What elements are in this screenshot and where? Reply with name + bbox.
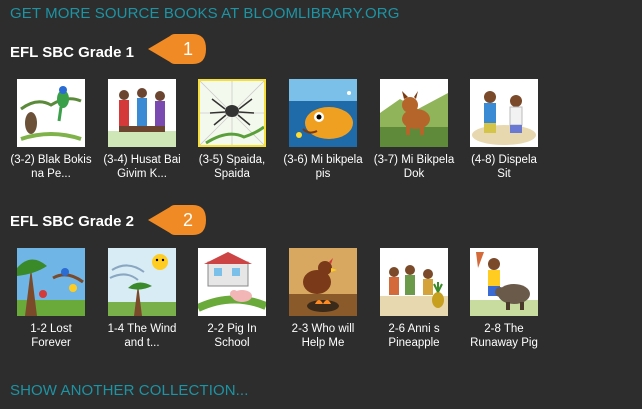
book-card[interactable]: (3-2) Blak Bokis na Pe... (8, 79, 94, 181)
callout-badge-2: 2 (148, 203, 208, 237)
book-card[interactable]: 2-2 Pig In School (189, 248, 275, 350)
book-title: 2-3 Who will Help Me (291, 323, 355, 349)
book-title: (3-5) Spaida, Spaida (198, 154, 266, 180)
book-card[interactable]: 2-6 Anni s Pineapple (371, 248, 457, 350)
book-thumbnail (289, 79, 357, 147)
book-thumbnail (380, 248, 448, 316)
book-title: (3-6) Mi bikpela pis (283, 154, 363, 180)
book-card[interactable]: (3-4) Husat Bai Givim K... (99, 79, 185, 181)
book-thumbnail (108, 248, 176, 316)
book-title: (3-2) Blak Bokis na Pe... (10, 154, 92, 180)
book-thumbnail (289, 248, 357, 316)
book-thumbnail (380, 79, 448, 147)
book-title: 2-2 Pig In School (207, 323, 257, 349)
book-title: 1-4 The Wind and t... (107, 323, 177, 349)
book-title: (3-7) Mi Bikpela Dok (373, 154, 455, 180)
collection-title-grade-2: EFL SBC Grade 2 (10, 213, 134, 230)
book-thumbnail (470, 79, 538, 147)
book-card[interactable]: (3-5) Spaida, Spaida (189, 79, 275, 181)
book-card[interactable]: 1-2 Lost Forever (8, 248, 94, 350)
book-card[interactable]: (3-7) Mi Bikpela Dok (371, 79, 457, 181)
book-thumbnail (470, 248, 538, 316)
book-thumbnail (108, 79, 176, 147)
callout-badge-1: 1 (148, 32, 208, 66)
book-card[interactable]: 2-3 Who will Help Me (280, 248, 366, 350)
book-title: 2-6 Anni s Pineapple (388, 323, 440, 349)
show-another-collection-link[interactable]: SHOW ANOTHER COLLECTION... (10, 382, 248, 399)
collection-title-grade-1: EFL SBC Grade 1 (10, 44, 134, 61)
book-thumbnail-selected (198, 79, 266, 147)
book-card[interactable]: 1-4 The Wind and t... (99, 248, 185, 350)
book-card[interactable]: (4-8) Dispela Sit (461, 79, 547, 181)
book-title: (4-8) Dispela Sit (471, 154, 537, 180)
book-title: 1-2 Lost Forever (30, 323, 72, 349)
book-title: (3-4) Husat Bai Givim K... (103, 154, 181, 180)
book-thumbnail (198, 248, 266, 316)
book-thumbnail (17, 248, 85, 316)
book-title: 2-8 The Runaway Pig (470, 323, 538, 349)
book-card[interactable]: (3-6) Mi bikpela pis (280, 79, 366, 181)
get-more-books-link[interactable]: GET MORE SOURCE BOOKS AT BLOOMLIBRARY.OR… (10, 5, 399, 22)
book-card[interactable]: 2-8 The Runaway Pig (461, 248, 547, 350)
book-thumbnail (17, 79, 85, 147)
